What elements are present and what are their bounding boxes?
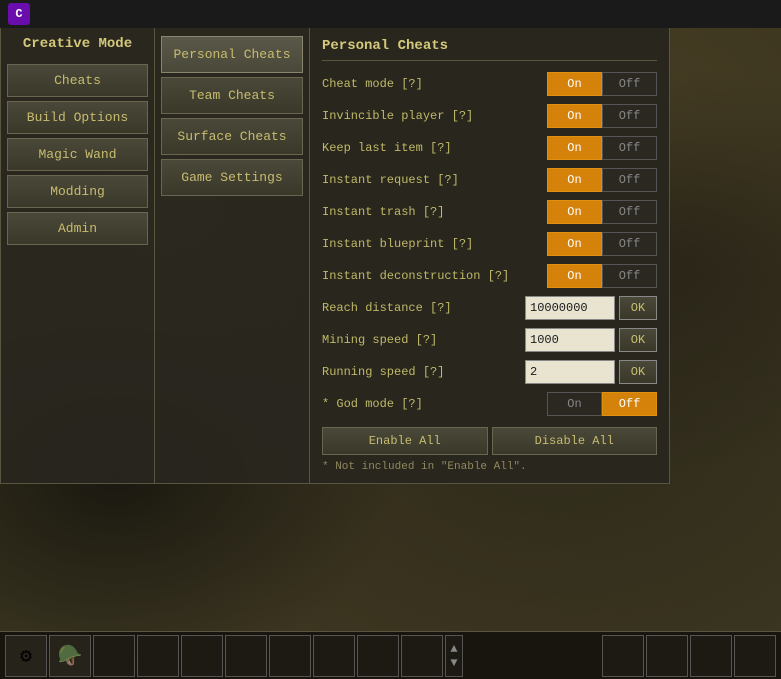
top-bar: C	[0, 0, 781, 28]
mining-speed-input[interactable]	[525, 328, 615, 352]
toggle-instant-trash: On Off	[547, 200, 657, 224]
instant-trash-on[interactable]: On	[547, 200, 602, 224]
setting-reach-distance: Reach distance [?] OK	[322, 295, 657, 321]
toolbar-slot-7[interactable]	[269, 635, 311, 677]
label-instant-deconstruction: Instant deconstruction [?]	[322, 269, 547, 283]
setting-instant-request: Instant request [?] On Off	[322, 167, 657, 193]
label-instant-trash: Instant trash [?]	[322, 205, 547, 219]
toggle-instant-deconstruction: On Off	[547, 264, 657, 288]
instant-deconstruction-on[interactable]: On	[547, 264, 602, 288]
toolbar-right-slot-1[interactable]	[602, 635, 644, 677]
label-invincible-player: Invincible player [?]	[322, 109, 547, 123]
footnote: * Not included in "Enable All".	[322, 461, 657, 473]
label-keep-last-item: Keep last item [?]	[322, 141, 547, 155]
invincible-player-off[interactable]: Off	[602, 104, 657, 128]
label-cheat-mode: Cheat mode [?]	[322, 77, 547, 91]
toolbar-slot-8[interactable]	[313, 635, 355, 677]
keep-last-item-on[interactable]: On	[547, 136, 602, 160]
left-btn-magic-wand[interactable]: Magic Wand	[7, 138, 148, 171]
left-btn-admin[interactable]: Admin	[7, 212, 148, 245]
instant-deconstruction-off[interactable]: Off	[602, 264, 657, 288]
setting-mining-speed: Mining speed [?] OK	[322, 327, 657, 353]
main-ui: Creative Mode Cheats Build Options Magic…	[0, 28, 670, 484]
toolbar-right-slot-4[interactable]	[734, 635, 776, 677]
label-instant-request: Instant request [?]	[322, 173, 547, 187]
instant-request-on[interactable]: On	[547, 168, 602, 192]
instant-blueprint-off[interactable]: Off	[602, 232, 657, 256]
disable-all-button[interactable]: Disable All	[492, 427, 658, 455]
running-speed-input[interactable]	[525, 360, 615, 384]
toolbar-item-1-icon: ⚙	[20, 643, 32, 669]
toggle-god-mode: On Off	[547, 392, 657, 416]
god-mode-off[interactable]: Off	[602, 392, 657, 416]
app-logo: C	[8, 3, 30, 25]
toggle-cheat-mode: On Off	[547, 72, 657, 96]
middle-btn-team-cheats[interactable]: Team Cheats	[161, 77, 303, 114]
middle-btn-surface-cheats[interactable]: Surface Cheats	[161, 118, 303, 155]
label-god-mode: * God mode [?]	[322, 397, 547, 411]
label-mining-speed: Mining speed [?]	[322, 333, 525, 347]
keep-last-item-off[interactable]: Off	[602, 136, 657, 160]
invincible-player-on[interactable]: On	[547, 104, 602, 128]
right-panel-title: Personal Cheats	[322, 38, 657, 61]
reach-distance-input[interactable]	[525, 296, 615, 320]
toolbar-scroll[interactable]: ▲▼	[445, 635, 463, 677]
instant-request-off[interactable]: Off	[602, 168, 657, 192]
god-mode-on[interactable]: On	[547, 392, 602, 416]
bottom-toolbar: ⚙ 🪖 ▲▼	[0, 631, 781, 679]
left-panel: Creative Mode Cheats Build Options Magic…	[0, 28, 155, 484]
toggle-invincible-player: On Off	[547, 104, 657, 128]
enable-all-button[interactable]: Enable All	[322, 427, 488, 455]
instant-blueprint-on[interactable]: On	[547, 232, 602, 256]
bottom-action-row: Enable All Disable All	[322, 427, 657, 455]
left-btn-modding[interactable]: Modding	[7, 175, 148, 208]
setting-instant-trash: Instant trash [?] On Off	[322, 199, 657, 225]
setting-invincible-player: Invincible player [?] On Off	[322, 103, 657, 129]
toolbar-slot-6[interactable]	[225, 635, 267, 677]
setting-running-speed: Running speed [?] OK	[322, 359, 657, 385]
right-panel: Personal Cheats Cheat mode [?] On Off In…	[310, 28, 670, 484]
instant-trash-off[interactable]: Off	[602, 200, 657, 224]
label-reach-distance: Reach distance [?]	[322, 301, 525, 315]
toolbar-item-2-icon: 🪖	[58, 643, 83, 669]
label-running-speed: Running speed [?]	[322, 365, 525, 379]
toolbar-right-slot-3[interactable]	[690, 635, 732, 677]
toolbar-slot-1[interactable]: ⚙	[5, 635, 47, 677]
toolbar-slot-4[interactable]	[137, 635, 179, 677]
toggle-keep-last-item: On Off	[547, 136, 657, 160]
scroll-icon: ▲▼	[450, 642, 457, 670]
mining-speed-ok[interactable]: OK	[619, 328, 657, 352]
left-btn-cheats[interactable]: Cheats	[7, 64, 148, 97]
label-instant-blueprint: Instant blueprint [?]	[322, 237, 547, 251]
cheat-mode-off[interactable]: Off	[602, 72, 657, 96]
toolbar-slot-5[interactable]	[181, 635, 223, 677]
reach-distance-ok[interactable]: OK	[619, 296, 657, 320]
left-btn-build-options[interactable]: Build Options	[7, 101, 148, 134]
setting-cheat-mode: Cheat mode [?] On Off	[322, 71, 657, 97]
setting-keep-last-item: Keep last item [?] On Off	[322, 135, 657, 161]
cheat-mode-on[interactable]: On	[547, 72, 602, 96]
toolbar-slot-9[interactable]	[357, 635, 399, 677]
toolbar-slot-3[interactable]	[93, 635, 135, 677]
toggle-instant-blueprint: On Off	[547, 232, 657, 256]
setting-instant-deconstruction: Instant deconstruction [?] On Off	[322, 263, 657, 289]
toolbar-slot-2[interactable]: 🪖	[49, 635, 91, 677]
running-speed-ok[interactable]: OK	[619, 360, 657, 384]
middle-btn-personal-cheats[interactable]: Personal Cheats	[161, 36, 303, 73]
middle-panel: Personal Cheats Team Cheats Surface Chea…	[155, 28, 310, 484]
setting-god-mode: * God mode [?] On Off	[322, 391, 657, 417]
toolbar-slot-10[interactable]	[401, 635, 443, 677]
toolbar-right-slot-2[interactable]	[646, 635, 688, 677]
left-panel-title: Creative Mode	[7, 36, 148, 56]
setting-instant-blueprint: Instant blueprint [?] On Off	[322, 231, 657, 257]
toggle-instant-request: On Off	[547, 168, 657, 192]
middle-btn-game-settings[interactable]: Game Settings	[161, 159, 303, 196]
